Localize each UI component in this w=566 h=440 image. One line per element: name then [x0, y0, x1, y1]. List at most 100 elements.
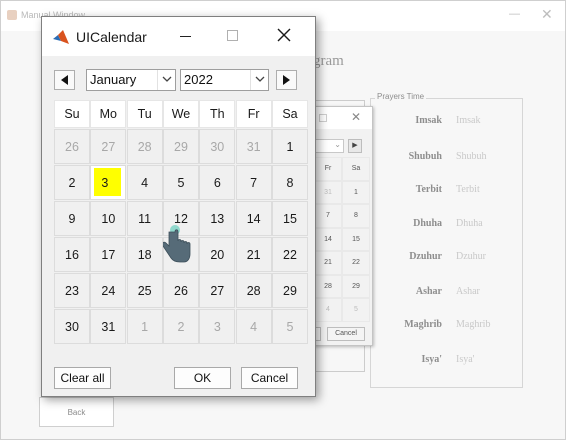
day-cell[interactable]: 18 — [126, 237, 163, 272]
weekday-header: Sa — [271, 100, 308, 128]
day-cell[interactable]: 2 — [54, 165, 90, 200]
day-cell[interactable]: 10 — [90, 201, 127, 236]
weekday-label: Tu — [137, 107, 152, 121]
day-cell[interactable]: 29 — [162, 129, 199, 164]
day-cell[interactable]: 21 — [235, 237, 272, 272]
next-arrow-icon[interactable]: ▶ — [348, 139, 362, 153]
day-cell[interactable]: 23 — [54, 273, 90, 308]
prayer-value-ashar: Ashar — [456, 286, 480, 297]
day-cell[interactable]: 6 — [199, 165, 236, 200]
day-number: 22 — [283, 247, 297, 262]
day-cell[interactable]: 7 — [314, 204, 342, 228]
day-cell[interactable]: 22 — [342, 251, 370, 275]
prayer-name-dhuha: Dhuha — [413, 218, 442, 229]
minimize-icon[interactable]: — — [509, 8, 520, 20]
back-button[interactable]: Back — [39, 397, 114, 427]
day-cell[interactable]: 1 — [271, 129, 308, 164]
maximize-icon[interactable] — [319, 114, 327, 122]
uicalendar-window: UICalendar January 2022 Su Mo Tu We Th Fr Sa 26… — [41, 16, 316, 397]
day-cell[interactable]: 31 — [235, 129, 272, 164]
cancel-button[interactable]: Cancel — [327, 327, 365, 341]
chevron-down-icon[interactable]: ⌄ — [312, 139, 344, 153]
close-icon[interactable] — [277, 28, 291, 42]
day-cell[interactable]: 15 — [342, 227, 370, 251]
day-number: 25 — [137, 283, 152, 298]
day-cell[interactable]: 24 — [90, 273, 127, 308]
prayer-name-isya: Isya' — [421, 354, 442, 365]
day-cell[interactable]: 31 — [90, 309, 127, 344]
day-number: 30 — [65, 319, 79, 334]
minimize-icon[interactable] — [180, 36, 191, 37]
day-cell[interactable]: 26 — [162, 273, 199, 308]
day-cell[interactable]: 26 — [54, 129, 90, 164]
calendar-week-row: 2 3 4 5 6 7 8 — [54, 165, 308, 201]
day-cell[interactable]: 7 — [235, 165, 272, 200]
day-cell[interactable]: 22 — [271, 237, 308, 272]
day-cell[interactable]: 29 — [271, 273, 308, 308]
weekday-label: Mo — [99, 107, 118, 121]
weekday-header: Mo — [90, 100, 127, 128]
prayer-value-dhuha: Dhuha — [456, 218, 483, 229]
prayer-value-terbit: Terbit — [456, 184, 480, 195]
day-cell[interactable]: 28 — [314, 274, 342, 298]
day-cell[interactable]: 30 — [54, 309, 90, 344]
day-cell[interactable]: 1 — [126, 309, 163, 344]
calendar-week-row: 26 27 28 29 30 31 1 — [54, 129, 308, 165]
day-cell[interactable]: 17 — [90, 237, 127, 272]
month-dropdown[interactable]: January — [86, 69, 176, 91]
day-cell[interactable]: 15 — [271, 201, 308, 236]
day-cell[interactable]: 14 — [235, 201, 272, 236]
close-icon[interactable]: ✕ — [351, 110, 361, 124]
day-cell[interactable]: 30 — [199, 129, 236, 164]
cancel-button[interactable]: Cancel — [241, 367, 298, 389]
chevron-down-icon — [157, 70, 175, 90]
uicalendar-titlebar: UICalendar — [42, 17, 315, 56]
day-cell[interactable]: 28 — [235, 273, 272, 308]
day-cell[interactable]: 14 — [314, 227, 342, 251]
prev-month-button[interactable] — [54, 70, 75, 90]
day-cell[interactable]: 1 — [342, 180, 370, 204]
next-month-button[interactable] — [276, 70, 297, 90]
day-cell[interactable]: 9 — [54, 201, 90, 236]
day-cell[interactable]: 4 — [235, 309, 272, 344]
day-number: 13 — [210, 211, 225, 226]
weekday-label: We — [171, 107, 191, 121]
prayer-name-imsak: Imsak — [415, 115, 442, 126]
day-cell[interactable]: 5 — [271, 309, 308, 344]
day-number: 31 — [246, 139, 261, 154]
clear-all-button[interactable]: Clear all — [54, 367, 111, 389]
day-cell[interactable]: 4 — [126, 165, 163, 200]
day-cell[interactable]: 27 — [199, 273, 236, 308]
day-cell[interactable]: 28 — [126, 129, 163, 164]
ok-button[interactable]: OK — [174, 367, 231, 389]
day-cell[interactable]: 27 — [90, 129, 127, 164]
day-cell[interactable]: 5 — [342, 298, 370, 322]
day-cell[interactable]: 2 — [162, 309, 199, 344]
day-number: 23 — [65, 283, 79, 298]
day-cell[interactable]: 13 — [199, 201, 236, 236]
day-cell[interactable]: 3 — [199, 309, 236, 344]
day-cell[interactable]: 8 — [271, 165, 308, 200]
prayer-name-dzuhur: Dzuhur — [409, 251, 442, 262]
close-icon[interactable]: ✕ — [541, 6, 553, 23]
day-number: 21 — [246, 247, 261, 262]
day-cell[interactable]: 5 — [162, 165, 199, 200]
maximize-icon[interactable] — [227, 30, 238, 41]
day-cell[interactable]: 31 — [314, 180, 342, 204]
day-cell[interactable]: 11 — [126, 201, 163, 236]
day-cell[interactable]: 20 — [199, 237, 236, 272]
day-cell[interactable]: 4 — [314, 298, 342, 322]
day-cell[interactable]: 16 — [54, 237, 90, 272]
prayer-times-panel: Prayers Time Imsak Imsak Shubuh Shubuh T… — [370, 92, 523, 388]
day-cell[interactable]: 21 — [314, 251, 342, 275]
calendar-week-row: 30 31 1 2 3 4 5 — [54, 309, 308, 345]
day-cell[interactable]: 29 — [342, 274, 370, 298]
year-dropdown[interactable]: 2022 — [180, 69, 269, 91]
day-cell-selected[interactable]: 3 — [90, 165, 127, 200]
prayer-panel-title: Prayers Time — [375, 92, 427, 101]
day-cell[interactable]: 25 — [126, 273, 163, 308]
weekday-header: Th — [199, 100, 236, 128]
day-cell[interactable]: 8 — [342, 204, 370, 228]
weekday-label: Fr — [247, 107, 260, 121]
day-number: 14 — [246, 211, 261, 226]
